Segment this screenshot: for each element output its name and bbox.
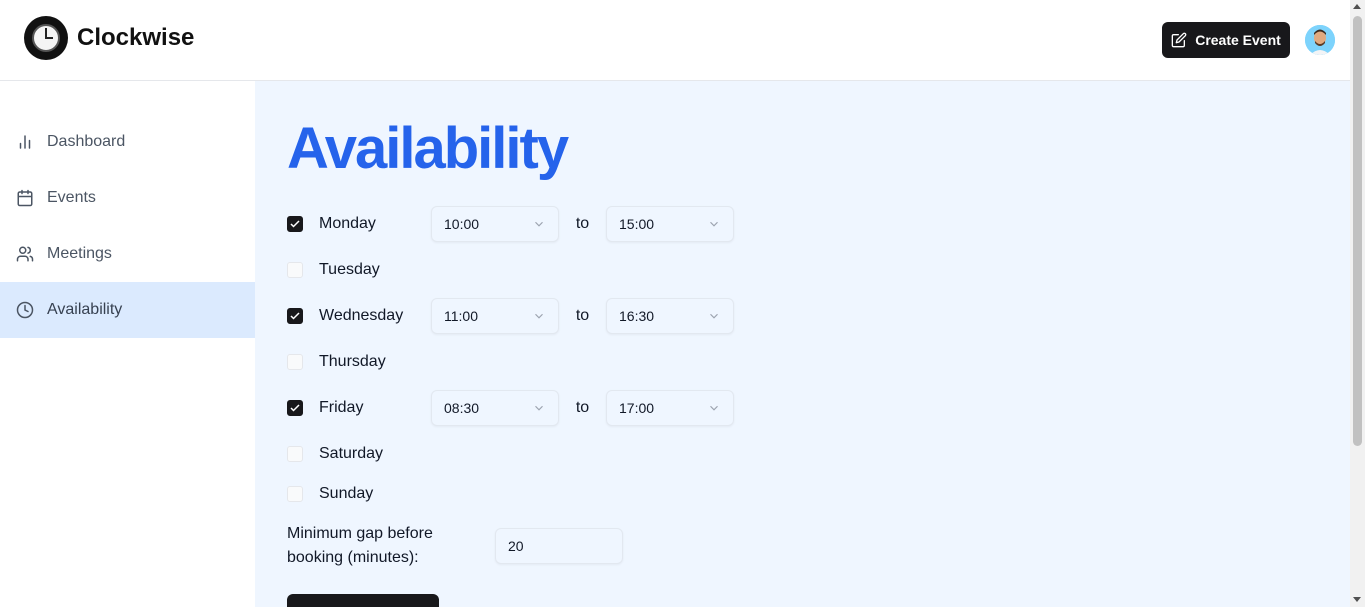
min-gap-label: Minimum gap before booking (minutes): <box>287 525 433 566</box>
app-name: Clockwise <box>77 24 195 51</box>
page-scrollbar[interactable] <box>1350 0 1365 607</box>
edit-icon <box>1171 32 1187 48</box>
user-avatar[interactable] <box>1305 25 1335 55</box>
clock-logo-icon <box>24 16 68 60</box>
users-icon <box>16 246 34 262</box>
bar-chart-icon <box>19 135 31 149</box>
top-header: Clockwise Create Event <box>0 0 1350 81</box>
chevron-down-icon <box>535 313 543 319</box>
create-event-label: Create Event <box>1195 32 1281 48</box>
chevron-down-icon <box>535 405 543 411</box>
select-value: 15:00 <box>619 216 655 232</box>
availability-row-saturday: Saturday <box>287 436 431 472</box>
sidebar-item-dashboard[interactable]: Dashboard <box>0 114 255 170</box>
availability-row-tuesday: Tuesday <box>287 252 431 288</box>
check-icon <box>290 220 300 228</box>
select-value: 11:00 <box>444 308 478 324</box>
thursday-checkbox[interactable] <box>287 354 303 370</box>
to-label: to <box>575 215 590 232</box>
day-label: Wednesday <box>319 307 404 324</box>
friday-end-select[interactable]: 17:00 <box>606 390 734 426</box>
day-label: Tuesday <box>319 261 380 278</box>
save-button[interactable] <box>287 594 439 607</box>
scrollbar-thumb[interactable] <box>1353 16 1362 446</box>
availability-row-monday: Monday 10:00 to 15:00 <box>287 206 734 242</box>
select-value: 16:30 <box>619 308 655 324</box>
main-content: Availability Monday 10:00 to 15:00 Tuesd… <box>255 81 1350 607</box>
monday-start-select[interactable]: 10:00 <box>431 206 559 242</box>
availability-row-thursday: Thursday <box>287 344 431 380</box>
tuesday-checkbox[interactable] <box>287 262 303 278</box>
sidebar-item-meetings[interactable]: Meetings <box>0 226 255 282</box>
day-label: Friday <box>319 399 364 416</box>
availability-row-sunday: Sunday <box>287 476 431 512</box>
to-label: to <box>575 307 590 324</box>
to-label: to <box>575 399 590 416</box>
day-label: Saturday <box>319 445 384 462</box>
sidebar-item-label: Events <box>47 189 96 206</box>
monday-end-select[interactable]: 15:00 <box>606 206 734 242</box>
friday-start-select[interactable]: 08:30 <box>431 390 559 426</box>
sidebar-item-label: Availability <box>47 301 123 318</box>
scroll-down-icon[interactable] <box>1353 597 1361 602</box>
day-label: Thursday <box>319 353 386 370</box>
calendar-icon <box>17 189 33 207</box>
select-value: 17:00 <box>619 400 655 416</box>
create-event-button[interactable]: Create Event <box>1162 22 1290 58</box>
app-logo[interactable]: Clockwise <box>24 16 194 60</box>
availability-row-friday: Friday 08:30 to 17:00 <box>287 390 734 426</box>
check-icon <box>290 404 300 412</box>
clock-icon <box>16 301 34 319</box>
chevron-down-icon <box>535 221 543 227</box>
scroll-up-icon[interactable] <box>1353 4 1361 9</box>
chevron-down-icon <box>710 405 718 411</box>
select-value: 08:30 <box>444 400 480 416</box>
sidebar-item-label: Dashboard <box>47 133 126 150</box>
chevron-down-icon <box>710 221 718 227</box>
select-value: 10:00 <box>444 216 480 232</box>
wednesday-checkbox[interactable] <box>287 308 303 324</box>
check-icon <box>290 312 300 320</box>
chevron-down-icon <box>710 313 718 319</box>
monday-checkbox[interactable] <box>287 216 303 232</box>
sidebar-item-availability[interactable]: Availability <box>0 282 255 338</box>
page-title: Availability <box>287 116 569 181</box>
wednesday-end-select[interactable]: 16:30 <box>606 298 734 334</box>
saturday-checkbox[interactable] <box>287 446 303 462</box>
friday-checkbox[interactable] <box>287 400 303 416</box>
min-gap-input[interactable]: 20 <box>495 528 623 564</box>
availability-row-wednesday: Wednesday 11:00 to 16:30 <box>287 298 734 334</box>
sidebar-item-label: Meetings <box>47 245 112 262</box>
sunday-checkbox[interactable] <box>287 486 303 502</box>
day-label: Sunday <box>319 485 374 502</box>
day-label: Monday <box>319 215 376 232</box>
sidebar-item-events[interactable]: Events <box>0 170 255 226</box>
wednesday-start-select[interactable]: 11:00 <box>431 298 559 334</box>
avatar-image <box>1305 25 1335 55</box>
sidebar: Dashboard Events Meetings Availability <box>0 81 255 607</box>
